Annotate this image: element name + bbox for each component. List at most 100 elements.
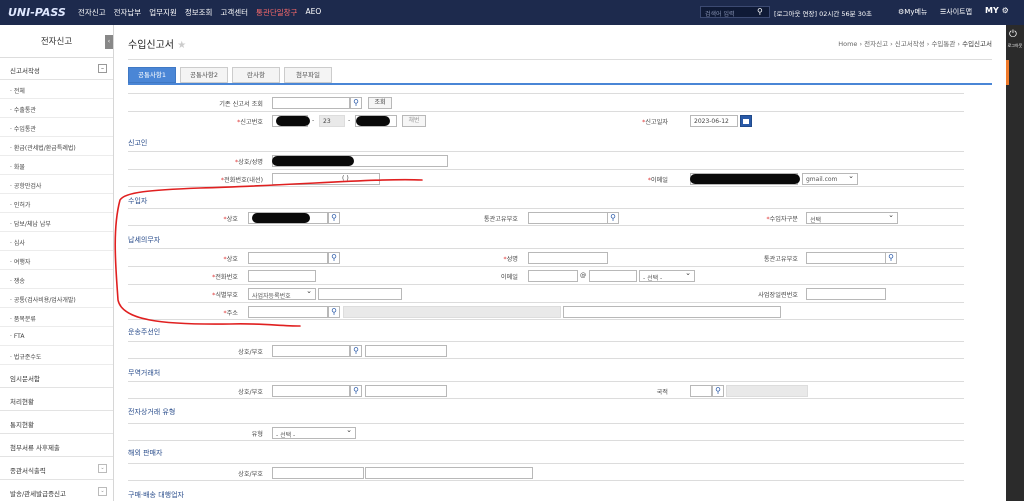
tax-name-label: *상호 xyxy=(223,256,238,263)
section-ecommerce: 전자상거래 유형 xyxy=(128,408,176,416)
sidebar-item[interactable]: · 법규준수도 xyxy=(0,346,113,365)
search-icon[interactable]: ⚲ xyxy=(607,212,619,224)
assign-number-button[interactable]: 채번 xyxy=(402,115,426,127)
phone-ext[interactable]: ( ) xyxy=(342,175,349,182)
customs-code-input[interactable] xyxy=(528,212,608,224)
address-detail-input[interactable] xyxy=(563,306,781,318)
sidebar-item[interactable]: · 담보/체납 납부 xyxy=(0,213,113,232)
trader-name-input[interactable] xyxy=(365,385,447,397)
sidebar-item[interactable]: · 환급(관세법/환급특례법) xyxy=(0,137,113,156)
tax-name-input[interactable] xyxy=(248,252,328,264)
sidebar-title: 전자신고 ‹ xyxy=(0,25,113,58)
tab-line-items[interactable]: 란사항 xyxy=(232,67,280,83)
section-importer: 수입자 xyxy=(128,197,148,205)
redaction-mask xyxy=(252,213,310,223)
address-label: *주소 xyxy=(223,310,238,317)
menu-support[interactable]: 업무지원 xyxy=(149,7,177,18)
sidebar-section[interactable]: 통지현황 xyxy=(0,411,113,434)
sidebar-item[interactable]: · 인허가 xyxy=(0,194,113,213)
unipass-logo[interactable]: UNI-PASS xyxy=(8,6,66,19)
sidebar-item[interactable]: · 심사 xyxy=(0,232,113,251)
search-icon[interactable]: ⚲ xyxy=(328,252,340,264)
sidebar-section[interactable]: 첨부서류 사후제출 xyxy=(0,434,113,457)
expand-toggle-icon[interactable]: ⌄ xyxy=(98,487,107,496)
trader-code-input[interactable] xyxy=(272,385,350,397)
tax-code-input[interactable] xyxy=(806,252,886,264)
my-menu-link[interactable]: ⚙My메뉴 xyxy=(898,7,927,17)
sidebar-item[interactable]: · 쟁송 xyxy=(0,270,113,289)
sidebar-item[interactable]: · 수입통관 xyxy=(0,118,113,137)
main-content: 수입신고서 ★ Home › 전자신고 › 신고서작성 › 수입통관 › 수입신… xyxy=(114,25,1006,501)
sidebar-item[interactable]: · 공항만검사 xyxy=(0,175,113,194)
country-input[interactable] xyxy=(690,385,712,397)
id-type-select[interactable]: 사업자등록번호 xyxy=(248,287,316,300)
sidebar-item[interactable]: · 품목분류 xyxy=(0,308,113,327)
sidebar-item[interactable]: · 수출통관 xyxy=(0,99,113,118)
email-domain-select[interactable]: gmail.com xyxy=(802,172,858,185)
id-number-input[interactable] xyxy=(318,288,402,300)
session-info[interactable]: [로그아웃 연장] 02시간 56분 30초 xyxy=(774,8,872,18)
tax-email-id-input[interactable] xyxy=(528,270,578,282)
sidebar-group[interactable]: 신고서작성 – xyxy=(0,58,113,80)
tax-email-domain-input[interactable] xyxy=(589,270,637,282)
search-icon[interactable]: ⚲ xyxy=(350,97,362,109)
search-icon[interactable]: ⚲ xyxy=(350,385,362,397)
menu-e-declaration[interactable]: 전자신고 xyxy=(78,7,106,18)
search-icon[interactable]: ⚲ xyxy=(885,252,897,264)
sidebar-section[interactable]: 임시문서함 xyxy=(0,365,113,388)
trader-label: 상호/부호 xyxy=(238,389,263,396)
tax-person-input[interactable] xyxy=(528,252,608,264)
sidebar-item[interactable]: · FTA xyxy=(0,327,113,346)
collapse-toggle-icon[interactable]: – xyxy=(98,64,107,73)
top-navigation-bar: UNI-PASS 전자신고 전자납부 업무지원 정보조회 고객센터 통관단일창구… xyxy=(0,0,1024,25)
search-icon[interactable]: ⚲ xyxy=(712,385,724,397)
sidebar-section[interactable]: 처리현황 xyxy=(0,388,113,411)
sidebar-item[interactable]: · 화물 xyxy=(0,156,113,175)
search-icon[interactable]: ⚲ xyxy=(328,212,340,224)
menu-e-payment[interactable]: 전자납부 xyxy=(114,7,142,18)
collapse-sidebar-icon[interactable]: ‹ xyxy=(105,35,113,49)
sidebar-section[interactable]: 발송/관세발급증신고 ⌄ xyxy=(0,480,113,501)
menu-aeo[interactable]: AEO xyxy=(305,7,321,18)
phone-input[interactable] xyxy=(272,173,380,185)
search-icon[interactable]: ⚲ xyxy=(350,345,362,357)
importer-type-select[interactable]: 선택 xyxy=(806,211,898,224)
tab-common-2[interactable]: 공통사항2 xyxy=(180,67,228,83)
biz-serial-input[interactable] xyxy=(806,288,886,300)
section-trader: 무역거래처 xyxy=(128,369,161,377)
sidebar-item[interactable]: · 전체 xyxy=(0,80,113,99)
tax-code-label: 통관고유부호 xyxy=(763,256,798,263)
sidebar-item[interactable]: · 여행자 xyxy=(0,251,113,270)
forwarder-name-input[interactable] xyxy=(365,345,447,357)
search-icon[interactable]: ⚲ xyxy=(757,7,763,16)
menu-single-window[interactable]: 통관단일창구 xyxy=(256,7,297,18)
tab-common-1[interactable]: 공통사항1 xyxy=(128,67,176,83)
search-icon[interactable]: ⚲ xyxy=(328,306,340,318)
tax-email-domain-select[interactable]: - 선택 - xyxy=(639,269,695,282)
form-row: *상호/성명 xyxy=(128,151,964,169)
favorite-star-icon[interactable]: ★ xyxy=(177,40,186,51)
seller-name-input[interactable] xyxy=(365,467,533,479)
form-row: *주소 ⚲ xyxy=(128,302,964,320)
calendar-icon[interactable] xyxy=(740,115,752,127)
lookup-button[interactable]: 조회 xyxy=(368,97,392,109)
zipcode-input[interactable] xyxy=(248,306,328,318)
decl-date-input[interactable]: 2023-06-12 xyxy=(690,115,738,127)
ecom-type-select[interactable]: - 선택 - xyxy=(272,426,356,439)
power-icon[interactable]: ⏻ xyxy=(1009,29,1017,40)
dock-accent xyxy=(1006,60,1009,85)
tab-attachments[interactable]: 첨부파일 xyxy=(284,67,332,83)
seller-code-input[interactable] xyxy=(272,467,364,479)
logout-label[interactable]: 로그아웃 xyxy=(1006,43,1024,49)
sitemap-link[interactable]: ☰사이트맵 xyxy=(940,7,972,17)
forwarder-code-input[interactable] xyxy=(272,345,350,357)
sidebar-section[interactable]: 종관서식출력 ⌄ xyxy=(0,457,113,480)
email-label: *이메일 xyxy=(647,177,668,184)
sidebar-item[interactable]: · 공통(검사비용/업사개발) xyxy=(0,289,113,308)
menu-customer-center[interactable]: 고객센터 xyxy=(220,7,248,18)
menu-info-lookup[interactable]: 정보조회 xyxy=(185,7,213,18)
expand-toggle-icon[interactable]: ⌄ xyxy=(98,464,107,473)
tax-phone-input[interactable] xyxy=(248,270,316,282)
my-button[interactable]: MY ⚙ xyxy=(985,6,1009,15)
lookup-input[interactable] xyxy=(272,97,350,109)
